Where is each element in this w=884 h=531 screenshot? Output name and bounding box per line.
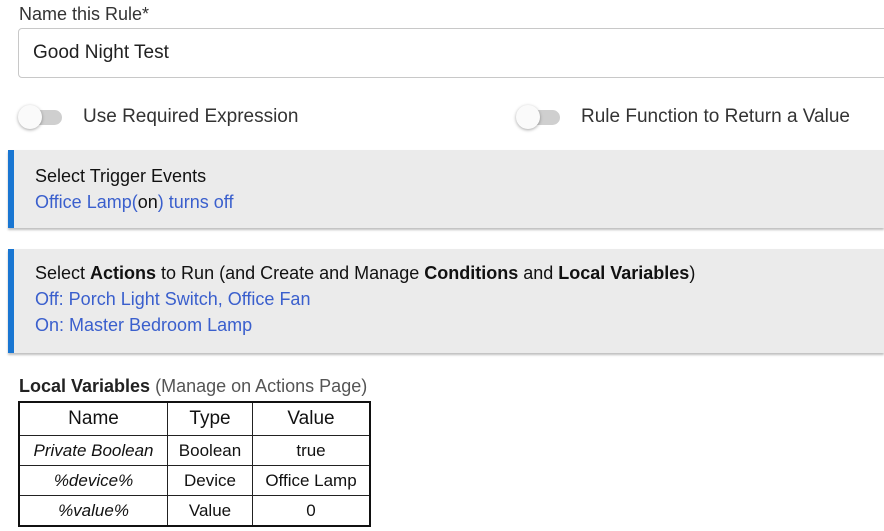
header-value: Value — [252, 401, 371, 436]
local-variables-label-note: (Manage on Actions Page) — [150, 376, 368, 396]
variable-name: %value% — [18, 495, 168, 527]
return-value-row: Rule Function to Return a Value — [516, 104, 850, 130]
actions-title-text: and — [518, 263, 559, 283]
table-row: Private Boolean Boolean true — [18, 435, 371, 466]
variable-name: %device% — [18, 465, 168, 496]
local-variables-label-bold: Local Variables — [19, 376, 151, 396]
required-expression-row: Use Required Expression — [18, 104, 298, 130]
rule-name-input[interactable] — [18, 28, 884, 78]
actions-title-bold: Actions — [90, 263, 157, 283]
actions-title: Select Actions to Run (and Create and Ma… — [35, 260, 884, 286]
local-variables-label: Local Variables (Manage on Actions Page) — [19, 376, 367, 397]
table-row: %device% Device Office Lamp — [18, 465, 371, 496]
actions-title-bold: Local Variables — [558, 263, 690, 283]
actions-title-text: ) — [689, 263, 696, 283]
return-value-toggle[interactable] — [516, 104, 560, 130]
trigger-condition: ) turns off — [157, 192, 234, 212]
header-name: Name — [18, 401, 168, 436]
trigger-events-title: Select Trigger Events — [35, 166, 207, 186]
variable-type: Device — [167, 465, 253, 496]
trigger-current-state: on — [137, 192, 158, 212]
action-summary-off: Off: Porch Light Switch, Office Fan — [35, 289, 311, 309]
variable-name: Private Boolean — [18, 435, 168, 466]
table-header-row: Name Type Value — [18, 401, 371, 436]
trigger-events-section[interactable]: Select Trigger Events Office Lamp(on) tu… — [8, 150, 884, 228]
toggle-knob — [18, 105, 42, 129]
actions-title-text: to Run (and Create and Manage — [156, 263, 425, 283]
trigger-events-summary: Office Lamp(on) turns off — [35, 189, 884, 215]
actions-section[interactable]: Select Actions to Run (and Create and Ma… — [8, 249, 884, 353]
required-expression-toggle[interactable] — [18, 104, 62, 130]
variable-type: Boolean — [167, 435, 253, 466]
actions-title-text: Select — [35, 263, 91, 283]
variable-value: true — [252, 435, 371, 466]
toggle-knob — [516, 105, 540, 129]
variable-value: Office Lamp — [252, 465, 371, 496]
variable-type: Value — [167, 495, 253, 527]
rule-editor-page: Name this Rule* Use Required Expression … — [0, 0, 884, 531]
rule-name-label: Name this Rule* — [19, 4, 150, 24]
required-expression-label: Use Required Expression — [83, 106, 299, 127]
actions-title-bold: Conditions — [424, 263, 519, 283]
table-row: %value% Value 0 — [18, 495, 371, 527]
variable-value: 0 — [252, 495, 371, 527]
return-value-label: Rule Function to Return a Value — [581, 106, 850, 127]
local-variables-table: Name Type Value Private Boolean Boolean … — [18, 401, 371, 527]
header-type: Type — [167, 401, 253, 436]
action-summary-on: On: Master Bedroom Lamp — [35, 315, 253, 335]
trigger-device: Office Lamp — [35, 192, 132, 212]
